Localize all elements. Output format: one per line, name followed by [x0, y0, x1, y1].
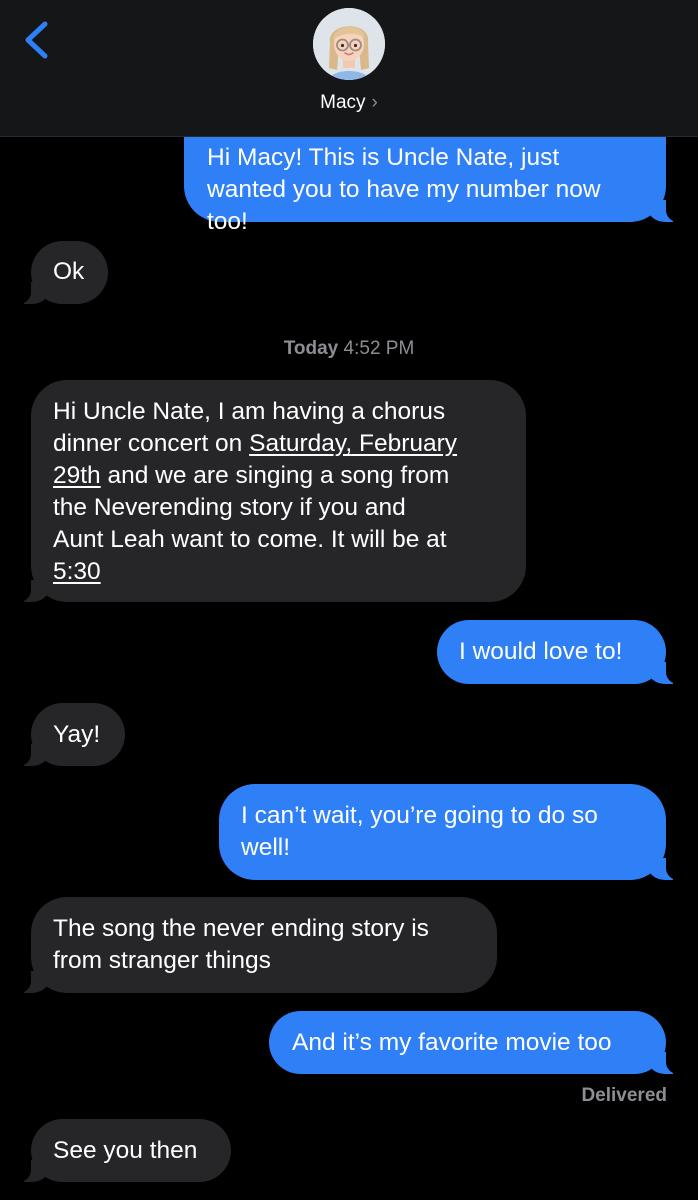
message-text-line: the Neverending story if you and — [53, 494, 406, 521]
message-text-line: 29th and we are singing a song from — [53, 460, 526, 492]
chevron-left-icon — [25, 21, 48, 59]
conversation-header: Macy › — [0, 0, 698, 137]
message-text-line: well! — [241, 834, 291, 861]
message-bubble-received[interactable]: Ok — [17, 241, 108, 304]
message-text-line: wanted you to have my number now — [207, 176, 601, 203]
memoji-avatar-icon — [313, 8, 385, 80]
message-text-line: The song the never ending story is — [53, 915, 429, 942]
back-button[interactable] — [18, 18, 58, 62]
date-link[interactable]: Saturday, February — [249, 430, 457, 457]
message-bubble-received[interactable]: The song the never ending story is from … — [17, 897, 497, 993]
message-text: Ok — [53, 258, 85, 285]
message-text-fragment: and we are singing a song from — [100, 462, 450, 489]
conversation-timestamp: Today 4:52 PM — [0, 338, 698, 360]
message-thread[interactable]: Hi Macy! This is Uncle Nate, just wanted… — [0, 0, 698, 1200]
message-bubble-received[interactable]: Hi Uncle Nate, I am having a chorus dinn… — [17, 380, 526, 602]
message-bubble-received[interactable]: See you then — [17, 1119, 231, 1182]
delivered-status: Delivered — [581, 1085, 667, 1106]
message-text: And it’s my favorite movie too — [292, 1029, 612, 1056]
message-text-hidden-line: Hi Macy! This is Uncle Nate, just — [207, 144, 560, 171]
message-text-line: too! — [207, 208, 248, 235]
message-text-line: Aunt Leah want to come. It will be at — [53, 526, 447, 553]
contact-name-button[interactable]: Macy › — [0, 92, 698, 114]
timestamp-day: Today — [283, 338, 339, 359]
message-bubble-sent[interactable]: I would love to! — [437, 620, 680, 684]
message-text-line: Hi Uncle Nate, I am having a chorus — [53, 398, 446, 425]
message-text: Yay! — [53, 721, 101, 748]
chevron-right-icon: › — [371, 92, 378, 113]
time-link[interactable]: 5:30 — [53, 556, 526, 588]
timestamp-time: 4:52 PM — [343, 338, 415, 359]
message-text-line: I can’t wait, you’re going to do so — [241, 802, 598, 829]
contact-avatar[interactable] — [313, 8, 385, 80]
contact-name: Macy — [320, 92, 366, 113]
message-text-line: from stranger things — [53, 947, 271, 974]
message-bubble-sent[interactable]: I can’t wait, you’re going to do so well… — [219, 784, 680, 880]
message-text: I would love to! — [459, 638, 623, 665]
message-bubble-received[interactable]: Yay! — [17, 703, 125, 766]
message-text-fragment: dinner concert on — [53, 430, 250, 457]
date-link-continued[interactable]: 29th — [53, 462, 101, 489]
message-text-line: dinner concert on Saturday, February — [53, 428, 526, 460]
message-bubble-sent[interactable]: And it’s my favorite movie too — [269, 1011, 680, 1074]
message-text: See you then — [53, 1137, 198, 1164]
